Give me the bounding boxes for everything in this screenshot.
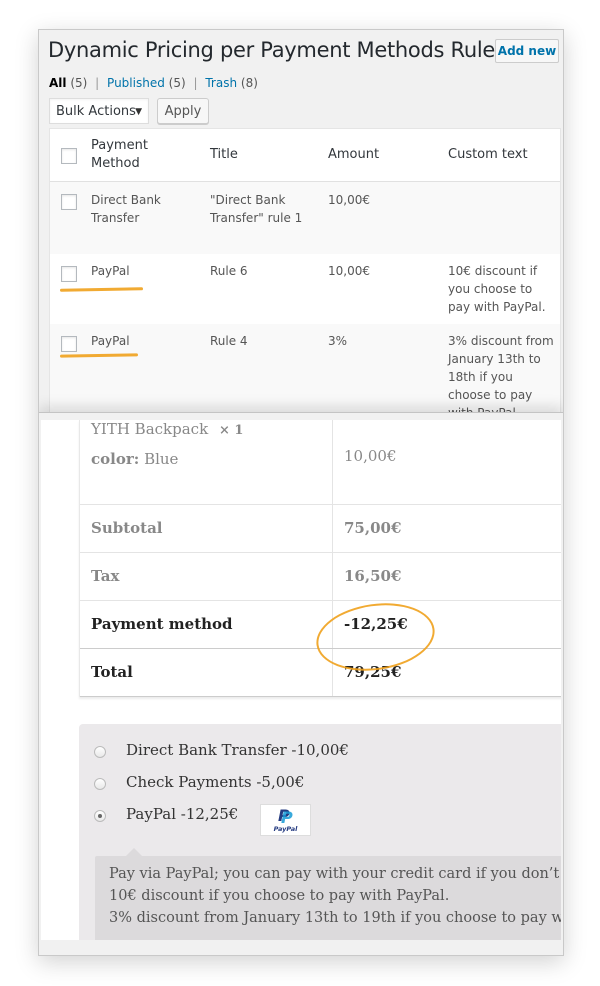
total-label: Total — [91, 663, 133, 681]
cell-payment-method[interactable]: PayPal — [91, 262, 191, 280]
select-all-checkbox[interactable] — [61, 148, 77, 164]
description-line: 3% discount from January 13th to 19th if… — [109, 910, 561, 926]
highlight-underline — [59, 353, 139, 358]
rules-table: Payment Method Title Amount Custom text … — [49, 128, 561, 412]
tax-label: Tax — [91, 567, 120, 585]
cell-amount: 10,00€ — [328, 193, 370, 207]
description-line: Pay via PayPal; you can pay with your cr… — [109, 866, 561, 882]
cell-payment-method[interactable]: PayPal — [91, 332, 191, 350]
divider: | — [193, 76, 198, 90]
option-direct-bank-transfer[interactable]: Direct Bank Transfer -10,00€ — [126, 741, 349, 759]
order-item-row: YITH Backpack × 1 color: Blue 10,00€ — [80, 420, 561, 505]
payment-method-label: Payment method — [91, 615, 233, 633]
description-line: 10€ discount if you choose to pay with P… — [109, 888, 450, 904]
admin-rules-list: Dynamic Pricing per Payment Methods Rule… — [39, 30, 563, 412]
filter-published[interactable]: Published — [107, 76, 165, 90]
filter-trash[interactable]: Trash — [205, 76, 237, 90]
cell-amount: 3% — [328, 334, 348, 348]
item-name: YITH Backpack — [91, 420, 209, 438]
cell-amount: 10,00€ — [328, 264, 370, 278]
radio-direct-bank-transfer[interactable] — [94, 746, 106, 758]
radio-check-payments[interactable] — [94, 778, 106, 790]
tax-row: Tax 16,50€ — [80, 553, 561, 601]
paypal-logo: P P PayPal — [260, 804, 311, 836]
column-amount[interactable]: Amount — [328, 146, 428, 164]
filter-published-count: (5) — [168, 76, 186, 90]
tax-value: 16,50€ — [344, 567, 402, 585]
cell-custom-text: 10€ discount if you choose to pay with P… — [448, 264, 546, 314]
paypal-wordmark: PayPal — [273, 825, 298, 833]
row-checkbox[interactable] — [61, 336, 77, 352]
subtotal-label: Subtotal — [91, 519, 163, 537]
table-row: PayPal Rule 6 10,00€ 10€ discount if you… — [50, 254, 560, 324]
table-row: PayPal Rule 4 3% 3% discount from Januar… — [50, 324, 560, 412]
column-divider — [332, 505, 333, 552]
highlight-underline — [59, 287, 144, 292]
status-filters: All (5) | Published (5) | Trash (8) — [49, 76, 258, 90]
add-new-button[interactable]: Add new — [495, 39, 559, 63]
option-paypal[interactable]: PayPal -12,25€ — [126, 805, 238, 823]
column-title[interactable]: Title — [210, 146, 320, 164]
cell-payment-method[interactable]: Direct Bank Transfer — [91, 191, 191, 227]
row-checkbox[interactable] — [61, 266, 77, 282]
item-quantity: × 1 — [218, 423, 244, 438]
order-review-table: YITH Backpack × 1 color: Blue 10,00€ Sub… — [79, 420, 561, 697]
bulk-actions-select[interactable]: Bulk Actions ▼ — [49, 98, 149, 124]
variation-value: Blue — [144, 450, 179, 468]
paypal-p-icon: P — [281, 808, 293, 827]
apply-button[interactable]: Apply — [157, 98, 209, 124]
screenshot-frame: Dynamic Pricing per Payment Methods Rule… — [38, 29, 564, 956]
checkout-panel: YITH Backpack × 1 color: Blue 10,00€ Sub… — [39, 412, 563, 955]
cell-custom-text: 3% discount from January 13th to 18th if… — [448, 334, 554, 412]
cell-title: Rule 6 — [210, 264, 248, 278]
bulk-actions-value: Bulk Actions — [56, 104, 136, 119]
column-divider — [332, 553, 333, 600]
variation-label: color: — [91, 450, 140, 468]
filter-trash-count: (8) — [240, 76, 258, 90]
divider: | — [95, 76, 100, 90]
item-name-line: YITH Backpack × 1 — [91, 420, 243, 438]
subtotal-value: 75,00€ — [344, 519, 402, 537]
item-price: 10,00€ — [344, 447, 397, 465]
checkout-content: YITH Backpack × 1 color: Blue 10,00€ Sub… — [41, 420, 561, 940]
cell-title: "Direct Bank Transfer" rule 1 — [210, 193, 303, 225]
page-title: Dynamic Pricing per Payment Methods Rule… — [48, 38, 506, 62]
filter-all-count: (5) — [70, 76, 88, 90]
cell-title: Rule 4 — [210, 334, 248, 348]
table-header: Payment Method Title Amount Custom text — [50, 129, 560, 182]
subtotal-row: Subtotal 75,00€ — [80, 505, 561, 553]
column-payment-method[interactable]: Payment Method — [91, 137, 191, 173]
payment-methods-box: Direct Bank Transfer -10,00€ Check Payme… — [79, 724, 561, 940]
option-check-payments[interactable]: Check Payments -5,00€ — [126, 773, 304, 791]
row-checkbox[interactable] — [61, 194, 77, 210]
radio-paypal[interactable] — [94, 810, 106, 822]
caret-down-icon: ▼ — [135, 107, 142, 117]
total-row: Total 79,25€ — [80, 649, 561, 697]
filter-all[interactable]: All — [49, 76, 67, 90]
paypal-description: Pay via PayPal; you can pay with your cr… — [95, 856, 561, 940]
item-variation: color: Blue — [91, 450, 178, 468]
column-divider — [332, 420, 333, 504]
table-row: Direct Bank Transfer "Direct Bank Transf… — [50, 182, 560, 254]
column-custom-text: Custom text — [448, 147, 528, 162]
